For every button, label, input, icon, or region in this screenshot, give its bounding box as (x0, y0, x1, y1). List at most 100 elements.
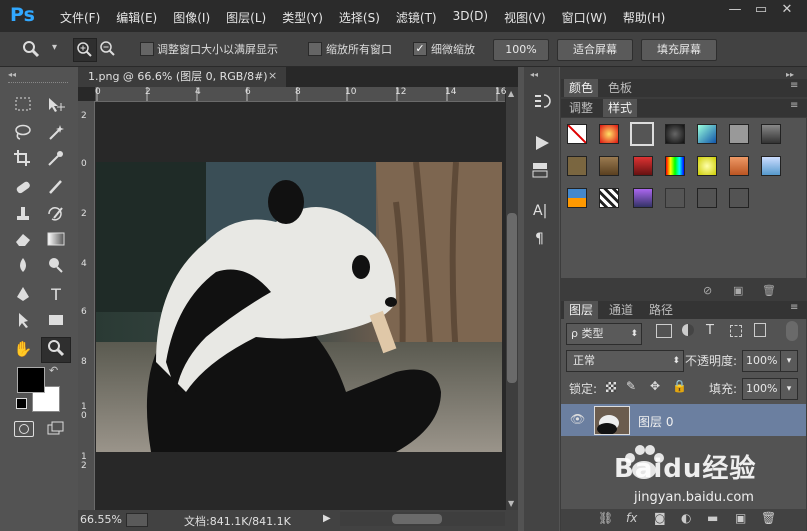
menu-layer[interactable]: 图层(L) (218, 9, 274, 26)
zoom-100-button[interactable]: 100% (493, 39, 549, 61)
swap-colors-icon[interactable]: ↶ (49, 364, 58, 377)
scroll-down-icon[interactable]: ▼ (508, 499, 514, 508)
restore-button[interactable]: ▭ (751, 2, 771, 20)
minimize-button[interactable]: — (725, 2, 745, 20)
filter-adjustment-icon[interactable] (682, 324, 694, 336)
eraser-tool-icon[interactable] (12, 230, 34, 250)
menu-filter[interactable]: 滤镜(T) (388, 9, 445, 26)
clone-stamp-tool-icon[interactable] (12, 204, 34, 224)
menu-window[interactable]: 窗口(W) (554, 9, 615, 26)
layer-style-icon[interactable]: fx (626, 511, 637, 525)
actions-panel-icon[interactable] (533, 134, 551, 155)
panel-menu-icon[interactable]: ≡ (790, 100, 798, 111)
zoom-out-icon[interactable] (97, 38, 119, 60)
zoom-tool-icon[interactable] (22, 40, 40, 61)
paragraph-panel-icon[interactable]: ¶ (535, 231, 544, 247)
delete-style-icon[interactable]: 🗑 (762, 284, 776, 297)
lock-position-icon[interactable]: ✥ (650, 379, 660, 393)
status-preview-icon[interactable] (126, 513, 148, 527)
tab-styles[interactable]: 样式 (603, 99, 638, 117)
fill-input[interactable]: 100% (742, 378, 783, 400)
scrubby-zoom-checkbox[interactable]: ✓ (413, 42, 427, 56)
style-swatch[interactable] (633, 156, 653, 176)
foreground-color-swatch[interactable] (17, 367, 45, 393)
panel-menu-icon[interactable]: ≡ (790, 302, 798, 313)
dock-collapse-icon[interactable]: ◂◂ (530, 70, 538, 79)
panel-menu-icon[interactable]: ≡ (790, 80, 798, 91)
menu-image[interactable]: 图像(I) (165, 9, 218, 26)
style-swatch[interactable] (665, 188, 685, 208)
dodge-tool-icon[interactable] (45, 256, 67, 276)
tool-preset-arrow[interactable]: ▾ (52, 42, 57, 53)
screen-mode-icon[interactable] (47, 421, 65, 435)
visibility-eye-icon[interactable]: 👁 (570, 412, 585, 426)
document-tab-close-icon[interactable]: × (268, 69, 277, 82)
tab-layers[interactable]: 图层 (564, 301, 599, 319)
history-panel-icon[interactable] (531, 91, 551, 114)
style-swatch[interactable] (567, 188, 587, 208)
layer-kind-filter[interactable]: ρ 类型 ⬍ (566, 323, 642, 345)
zoom-all-windows-checkbox[interactable] (308, 42, 322, 56)
filter-smart-object-icon[interactable] (754, 323, 766, 337)
history-brush-tool-icon[interactable] (45, 204, 67, 224)
quick-mask-icon[interactable] (14, 421, 34, 437)
style-swatch[interactable] (633, 188, 653, 208)
filter-shape-icon[interactable] (730, 325, 742, 337)
menu-select[interactable]: 选择(S) (331, 9, 388, 26)
character-panel-icon[interactable]: A| (533, 203, 547, 219)
style-swatch[interactable] (729, 188, 749, 208)
tab-channels[interactable]: 通道 (604, 301, 638, 319)
style-swatch-none[interactable] (567, 124, 587, 144)
menu-help[interactable]: 帮助(H) (615, 9, 673, 26)
style-swatch-selected[interactable] (630, 122, 654, 146)
layer-comps-icon[interactable] (531, 160, 551, 183)
zoom-tool-active-icon[interactable] (41, 337, 71, 363)
link-layers-icon[interactable]: ⛓ (598, 511, 613, 525)
style-swatch[interactable] (567, 156, 587, 176)
type-tool-icon[interactable]: T (45, 285, 67, 305)
tab-color[interactable]: 颜色 (564, 79, 599, 97)
panels-expand-icon[interactable]: ▸▸ (786, 70, 794, 79)
style-swatch[interactable] (697, 124, 717, 144)
opacity-input[interactable]: 100% (742, 350, 783, 372)
style-swatch[interactable] (761, 156, 781, 176)
fill-dropdown-icon[interactable]: ▾ (780, 378, 798, 400)
tab-swatches[interactable]: 色板 (603, 79, 637, 97)
brush-tool-icon[interactable] (45, 178, 67, 198)
menu-edit[interactable]: 编辑(E) (108, 9, 165, 26)
filter-pixel-icon[interactable] (656, 324, 672, 338)
vertical-scrollbar-thumb[interactable] (507, 213, 517, 383)
gradient-tool-icon[interactable] (45, 230, 67, 250)
panel-collapse-icon[interactable]: ◂◂ (8, 70, 16, 79)
scroll-up-icon[interactable]: ▲ (508, 89, 514, 98)
lasso-tool-icon[interactable] (12, 123, 34, 143)
fit-screen-button[interactable]: 适合屏幕 (557, 39, 633, 61)
new-group-icon[interactable]: ▬ (707, 511, 718, 525)
style-swatch[interactable] (665, 156, 685, 176)
menu-3d[interactable]: 3D(D) (445, 9, 496, 26)
blend-mode-select[interactable]: 正常 ⬍ (566, 350, 684, 372)
magic-wand-tool-icon[interactable] (45, 123, 67, 143)
default-colors-icon[interactable] (16, 398, 27, 409)
style-swatch[interactable] (729, 124, 749, 144)
style-swatch[interactable] (665, 124, 685, 144)
delete-layer-icon[interactable]: 🗑 (761, 511, 776, 525)
eyedropper-tool-icon[interactable] (45, 149, 67, 169)
hand-tool-icon[interactable]: ✋ (12, 339, 34, 359)
style-swatch[interactable] (599, 188, 619, 208)
filter-toggle-icon[interactable] (786, 321, 798, 341)
style-swatch[interactable] (729, 156, 749, 176)
marquee-tool-icon[interactable] (12, 96, 34, 116)
menu-view[interactable]: 视图(V) (496, 9, 554, 26)
horizontal-scrollbar-thumb[interactable] (392, 514, 442, 524)
new-style-icon[interactable]: ▣ (733, 284, 743, 297)
rectangle-tool-icon[interactable] (45, 311, 67, 331)
style-swatch[interactable] (697, 156, 717, 176)
style-swatch[interactable] (599, 124, 619, 144)
lock-transparent-icon[interactable] (606, 382, 616, 392)
canvas-image[interactable] (96, 162, 502, 452)
crop-tool-icon[interactable] (12, 149, 34, 169)
adjustment-layer-icon[interactable]: ◐ (681, 511, 691, 525)
tab-paths[interactable]: 路径 (644, 301, 678, 319)
move-tool-icon[interactable] (45, 96, 67, 116)
